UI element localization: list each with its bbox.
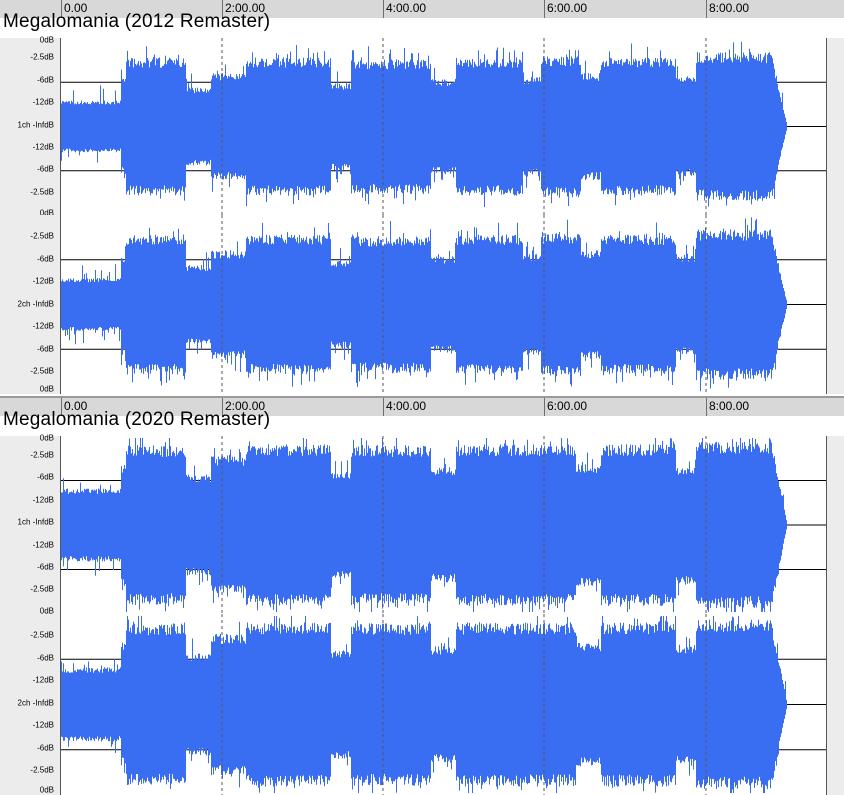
db-label: -6dB [37, 472, 54, 482]
channel-label: 2ch -InfdB [17, 698, 54, 708]
ruler-label-4: 8:00.00 [709, 1, 750, 15]
db-label: 0dB [39, 785, 54, 795]
db-label: -6dB [37, 344, 54, 354]
ruler-tick [544, 0, 545, 18]
ruler-tick [383, 0, 384, 18]
db-scale-ch1: 0dB -2.5dB -6dB -12dB 1ch -InfdB -12dB -… [0, 433, 60, 616]
db-label: -12dB [32, 495, 54, 505]
ruler-tick [544, 398, 545, 416]
db-label: -2.5dB [30, 187, 54, 197]
ruler-tick [706, 0, 707, 18]
track-title: Megalomania (2020 Remaster) [3, 409, 271, 430]
db-scale-ch2: -2.5dB -6dB -12dB 2ch -InfdB -12dB -6dB … [0, 614, 60, 795]
ruler-label-3: 6:00.00 [547, 1, 588, 15]
ruler-label-2: 4:00.00 [386, 1, 427, 15]
db-label: -6dB [37, 164, 54, 174]
waveform-channel-1[interactable] [60, 436, 827, 614]
waveform-channel-2[interactable] [60, 614, 827, 795]
db-label: -12dB [32, 540, 54, 550]
ruler-label-4: 8:00.00 [709, 399, 750, 413]
waveform-comparison-window: { "ruler": { "labels": ["0.00", "2:00.00… [0, 0, 844, 795]
channel-label: 1ch -InfdB [17, 517, 54, 527]
ruler-label-2: 4:00.00 [386, 399, 427, 413]
track-2012: 0.00 2:00.00 4:00.00 6:00.00 8:00.00 Meg… [0, 0, 844, 398]
ruler-tick [706, 398, 707, 416]
waveform [61, 614, 826, 795]
db-label: -12dB [32, 142, 54, 152]
db-label: -6dB [37, 254, 54, 264]
db-scale-ch2: -2.5dB -6dB -12dB 2ch -InfdB -12dB -6dB … [0, 215, 60, 394]
ruler-tick [383, 398, 384, 416]
db-label: -2.5dB [30, 366, 54, 376]
db-label: -2.5dB [30, 52, 54, 62]
channel-label: 2ch -InfdB [17, 299, 54, 309]
track-2020: 0.00 2:00.00 4:00.00 6:00.00 8:00.00 Meg… [0, 398, 844, 795]
waveform-channel-1[interactable] [60, 38, 827, 215]
track-title: Megalomania (2012 Remaster) [3, 11, 271, 32]
ruler-label-3: 6:00.00 [547, 399, 588, 413]
db-scale-ch1: 0dB -2.5dB -6dB -12dB 1ch -InfdB -12dB -… [0, 35, 60, 218]
db-label: -2.5dB [30, 450, 54, 460]
db-label: -2.5dB [30, 765, 54, 775]
db-label: -2.5dB [30, 630, 54, 640]
db-label: 0dB [39, 35, 54, 45]
db-label: -6dB [37, 75, 54, 85]
waveform [61, 38, 826, 215]
db-label: -12dB [32, 675, 54, 685]
db-label: -2.5dB [30, 231, 54, 241]
db-label: -12dB [32, 321, 54, 331]
db-label: 0dB [39, 433, 54, 443]
db-label: -2.5dB [30, 584, 54, 594]
db-label: -12dB [32, 97, 54, 107]
db-label: -6dB [37, 743, 54, 753]
db-label: -6dB [37, 562, 54, 572]
waveform [61, 436, 826, 614]
db-label: -12dB [32, 276, 54, 286]
db-label: -6dB [37, 653, 54, 663]
db-label: 0dB [39, 384, 54, 394]
channel-label: 1ch -InfdB [17, 120, 54, 130]
waveform [61, 215, 826, 394]
db-label: -12dB [32, 720, 54, 730]
waveform-channel-2[interactable] [60, 215, 827, 394]
